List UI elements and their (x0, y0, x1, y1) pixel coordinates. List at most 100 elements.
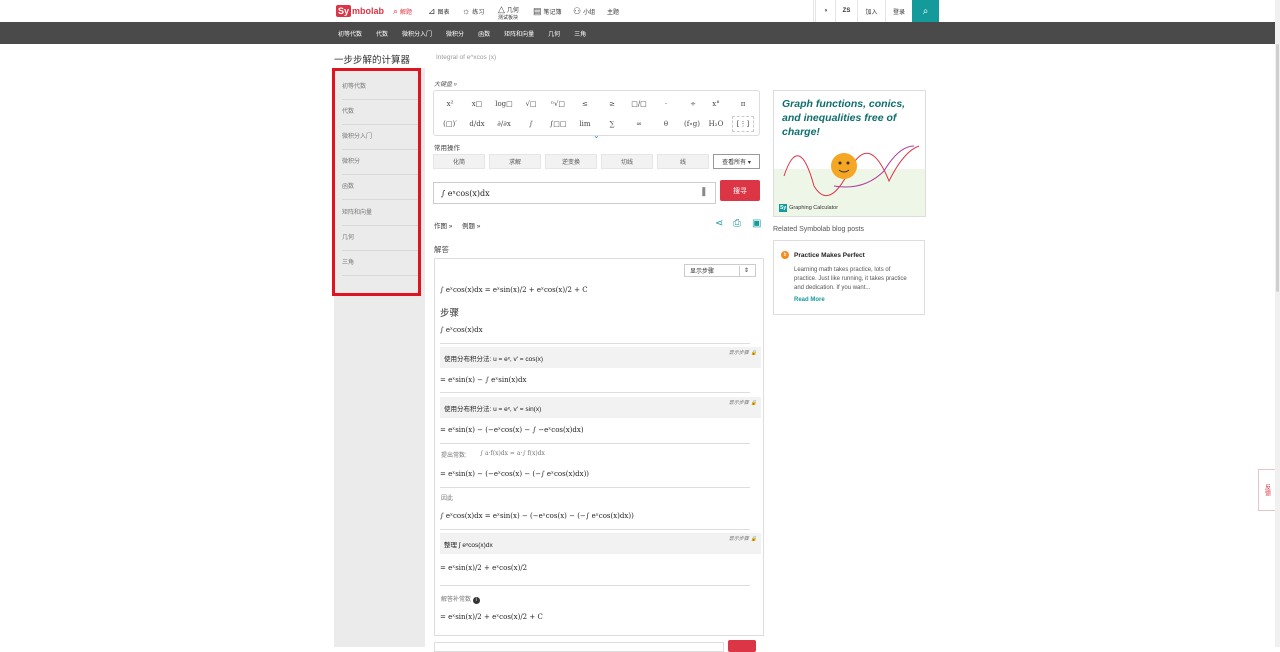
key-derivative[interactable]: d/dx (466, 116, 488, 132)
bottom-input[interactable] (434, 642, 724, 652)
login-button[interactable]: 登录 (885, 0, 912, 22)
line-button[interactable]: 线 (657, 154, 709, 169)
lock-icon: 🔒 (750, 350, 757, 356)
simplify-button[interactable]: 化简 (433, 154, 485, 169)
step-3-result: = eˣsin(x) − (−eˣcos(x) − (−∫ eˣcos(x)dx… (440, 470, 590, 478)
sidebar-item-functions[interactable]: 函数 (342, 175, 418, 200)
info-icon[interactable]: i (472, 597, 480, 604)
step-2-result: = eˣsin(x) − (−eˣcos(x) − ∫ −eˣcos(x)dx) (440, 426, 584, 434)
blog-card[interactable]: b Practice Makes Perfect Learning math t… (773, 240, 925, 315)
sidebar-item-calculus[interactable]: 微积分 (342, 150, 418, 175)
steps-heading: 步骤 (440, 308, 460, 319)
key-times[interactable]: · (655, 96, 677, 112)
left-sidebar: 初等代数 代数 微积分入门 微积分 函数 矩阵和向量 几何 三角 (334, 68, 425, 647)
key-leq[interactable]: ≤ (574, 96, 596, 112)
subnav-algebra[interactable]: 代数 (376, 29, 388, 38)
sidebar-item-geometry[interactable]: 几何 (342, 226, 418, 251)
step-2-header[interactable]: 使用分布积分法: u = eˣ, v′ = sin(x) 显示步骤 🔒 (440, 397, 761, 418)
key-derivative-prime[interactable]: (□)′ (439, 116, 461, 132)
nav-topics[interactable]: 主题 (607, 4, 619, 18)
step-6-note: 解答补常数 i (441, 594, 480, 604)
bulb-icon: ☼ (462, 6, 471, 16)
subnav-geometry[interactable]: 几何 (548, 29, 560, 38)
contrast-icon: ◑ (823, 8, 828, 14)
subnav-functions[interactable]: 函数 (478, 29, 490, 38)
sidebar-item-algebra[interactable]: 代数 (342, 100, 418, 125)
step-4-note: 因此 (441, 496, 454, 502)
key-degree[interactable]: x° (705, 96, 727, 112)
subnav-pre-algebra[interactable]: 初等代数 (338, 29, 362, 38)
keyboard-toggle[interactable]: 大键盘 » (434, 79, 457, 88)
key-matrix[interactable]: [⋮] (732, 116, 754, 132)
symbolab-logo[interactable]: Sy mbolab (336, 4, 384, 18)
step-3-note: 提出常数: (441, 453, 467, 459)
read-more-link[interactable]: Read More (794, 297, 825, 303)
sidebar-item-trigonometry[interactable]: 三角 (342, 251, 418, 276)
plot-link[interactable]: 作图 » (434, 220, 452, 230)
key-geq[interactable]: ≥ (601, 96, 623, 112)
chevron-down-icon[interactable]: ⌄ (592, 132, 601, 140)
step-5-header[interactable]: 整理 ∫ eˣcos(x)dx 显示步骤 🔒 (440, 533, 761, 554)
lock-icon: 🔒 (750, 536, 757, 542)
page-scrollbar[interactable] (1275, 0, 1280, 647)
key-nth-root[interactable]: ⁿ√□ (547, 96, 569, 112)
join-button[interactable]: 加入 (857, 0, 885, 22)
share-icon[interactable]: ⋖ (715, 218, 723, 229)
step-1-header[interactable]: 使用分布积分法: u = eˣ, v′ = cos(x) 显示步骤 🔒 (440, 347, 761, 368)
key-theta[interactable]: θ (655, 116, 677, 132)
breadcrumb: Integral of e^xcos (x) (436, 54, 497, 61)
step-6-result: = eˣsin(x)/2 + eˣcos(x)/2 + C (440, 613, 543, 621)
ad-product-logo: Sy Graphing Calculator (779, 204, 839, 212)
language-button[interactable]: ZS (835, 0, 857, 22)
key-power[interactable]: x□ (466, 96, 488, 112)
key-log[interactable]: log□ (493, 96, 515, 112)
key-chemistry[interactable]: H₂O (705, 116, 727, 132)
top-search-button[interactable]: ⌕ (912, 0, 939, 22)
key-sqrt[interactable]: √□ (520, 96, 542, 112)
lock-icon: 🔒 (750, 400, 757, 406)
key-integral[interactable]: ∫ (520, 116, 542, 132)
key-pi[interactable]: π (732, 96, 754, 112)
inverse-button[interactable]: 逆变换 (545, 154, 597, 169)
key-limit[interactable]: lim (574, 116, 596, 132)
view-all-dropdown[interactable]: 查看所有 ▾ (713, 154, 760, 169)
graphing-ad[interactable]: Graph functions, conics, and inequalitie… (773, 90, 926, 217)
subnav-calculus[interactable]: 微积分 (446, 29, 464, 38)
search-icon: ⌕ (922, 5, 929, 17)
theme-toggle[interactable]: ◑ (815, 0, 835, 22)
integral-statement: ∫ eˣcos(x)dx (440, 326, 483, 334)
subnav-matrices[interactable]: 矩阵和向量 (504, 29, 534, 38)
key-divide[interactable]: ÷ (682, 96, 704, 112)
nav-notebook[interactable]: ▤ 笔记簿 (533, 4, 562, 18)
go-button[interactable]: 搜寻 (720, 180, 760, 201)
feedback-tab[interactable]: 反馈 (1258, 469, 1275, 511)
show-steps-select[interactable]: 显示步骤 ⇕ (684, 264, 756, 277)
key-definite-integral[interactable]: ∫□□ (547, 116, 569, 132)
sidebar-item-matrices[interactable]: 矩阵和向量 (342, 201, 418, 226)
expression-input[interactable]: ∫ eˣcos(x)dx (433, 182, 716, 204)
solve-button[interactable]: 求解 (489, 154, 541, 169)
key-sum[interactable]: ∑ (601, 116, 623, 132)
nav-solver[interactable]: ⌕ 解题 (393, 4, 412, 18)
examples-link[interactable]: 例题 » (462, 220, 480, 230)
save-icon[interactable]: ▣ (752, 218, 761, 229)
key-composition[interactable]: (f∘g) (679, 116, 705, 132)
step-5-result: = eˣsin(x)/2 + eˣcos(x)/2 (440, 564, 528, 572)
blog-icon: b (781, 251, 789, 259)
key-infinity[interactable]: ∞ (628, 116, 650, 132)
key-partial[interactable]: ∂/∂x (493, 116, 515, 132)
bottom-go-button[interactable] (728, 640, 756, 652)
key-square[interactable]: x² (439, 96, 461, 112)
tangent-button[interactable]: 切线 (601, 154, 653, 169)
blog-title[interactable]: Practice Makes Perfect (794, 252, 865, 259)
print-icon[interactable]: ⎙ (733, 218, 741, 229)
subnav-pre-calculus[interactable]: 微积分入门 (402, 29, 432, 38)
nav-groups[interactable]: ⚇ 小组 (573, 4, 595, 18)
subnav-trigonometry[interactable]: 三角 (574, 29, 586, 38)
sidebar-item-pre-algebra[interactable]: 初等代数 (342, 75, 418, 100)
bookmark-icon[interactable]: ❚ (700, 186, 708, 197)
nav-graphing[interactable]: ⊿ 图表 (428, 4, 450, 18)
nav-practice[interactable]: ☼ 练习 (462, 4, 484, 18)
sidebar-item-pre-calculus[interactable]: 微积分入门 (342, 125, 418, 150)
key-fraction[interactable]: □/□ (628, 96, 650, 112)
